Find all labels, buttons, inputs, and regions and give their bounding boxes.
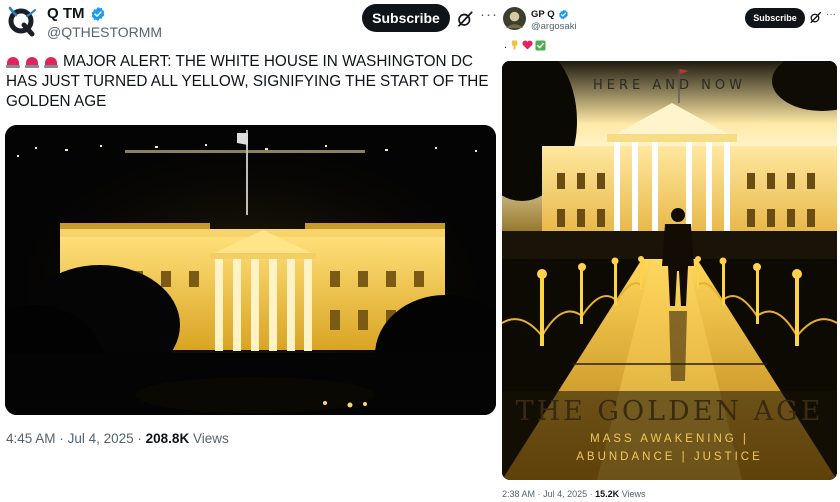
tweet-time[interactable]: 4:45 AM	[6, 431, 56, 446]
tweet-text: MAJOR ALERT: THE WHITE HOUSE IN WASHINGT…	[6, 52, 492, 112]
views-count: 15.2K	[595, 489, 620, 499]
red-heart-icon	[522, 40, 533, 50]
right-tweet: GP Q @argosaki Subscribe ··· . HERE AND …	[500, 0, 840, 502]
left-tweet: Q TM @QTHESTORMM Subscribe ··· MAJOR ALE…	[0, 0, 500, 502]
author-name[interactable]: GP Q	[531, 9, 555, 20]
avatar-q-logo[interactable]	[6, 6, 38, 38]
author-handle[interactable]: @QTHESTORMM	[47, 24, 162, 40]
pointing-down-hand-icon	[511, 40, 518, 50]
grok-icon[interactable]	[456, 10, 474, 28]
tweet-date[interactable]: Jul 4, 2025	[543, 489, 587, 499]
views-count: 208.8K	[145, 431, 190, 446]
tweet-text: .	[504, 39, 546, 51]
golden-age-poster[interactable]: HERE AND NOW THE GOLDEN AGE MASS AWAKENI…	[502, 61, 837, 480]
poster-line-2: ABUNDANCE | JUSTICE	[576, 451, 763, 463]
separator-dot: ·	[137, 431, 142, 446]
author-name[interactable]: Q TM	[47, 5, 85, 22]
separator-dot: ·	[59, 431, 64, 446]
views-label: Views	[621, 489, 646, 499]
siren-icon	[25, 53, 39, 68]
author-handle[interactable]: @argosaki	[531, 21, 577, 32]
siren-icon	[6, 53, 20, 68]
poster-line-1: MASS AWAKENING |	[590, 433, 749, 445]
verified-badge-icon	[91, 6, 104, 21]
tweet-time[interactable]: 2:38 AM	[502, 489, 535, 499]
poster-top-text: HERE AND NOW	[593, 78, 746, 93]
poster-title: THE GOLDEN AGE	[515, 396, 824, 427]
more-options-icon[interactable]: ···	[826, 9, 836, 20]
tweet-body: MAJOR ALERT: THE WHITE HOUSE IN WASHINGT…	[6, 53, 489, 110]
tweet-body: .	[504, 39, 508, 51]
tweet-date[interactable]: Jul 4, 2025	[68, 431, 134, 446]
views-label: Views	[192, 431, 229, 446]
separator-dot: ·	[589, 489, 593, 499]
subscribe-button[interactable]: Subscribe	[745, 8, 805, 28]
siren-icon	[44, 53, 58, 68]
more-options-icon[interactable]: ···	[480, 6, 498, 23]
tweet-metadata: 2:38 AM · Jul 4, 2025 · 15.2K Views	[502, 489, 646, 499]
verified-badge-icon	[558, 9, 568, 20]
white-house-night-photo[interactable]	[5, 125, 496, 415]
grok-icon[interactable]	[809, 11, 822, 24]
avatar[interactable]	[503, 7, 526, 30]
subscribe-button[interactable]: Subscribe	[362, 4, 450, 32]
check-mark-box-icon	[535, 39, 546, 51]
separator-dot: ·	[537, 489, 541, 499]
tweet-metadata: 4:45 AM · Jul 4, 2025 · 208.8K Views	[6, 431, 229, 446]
